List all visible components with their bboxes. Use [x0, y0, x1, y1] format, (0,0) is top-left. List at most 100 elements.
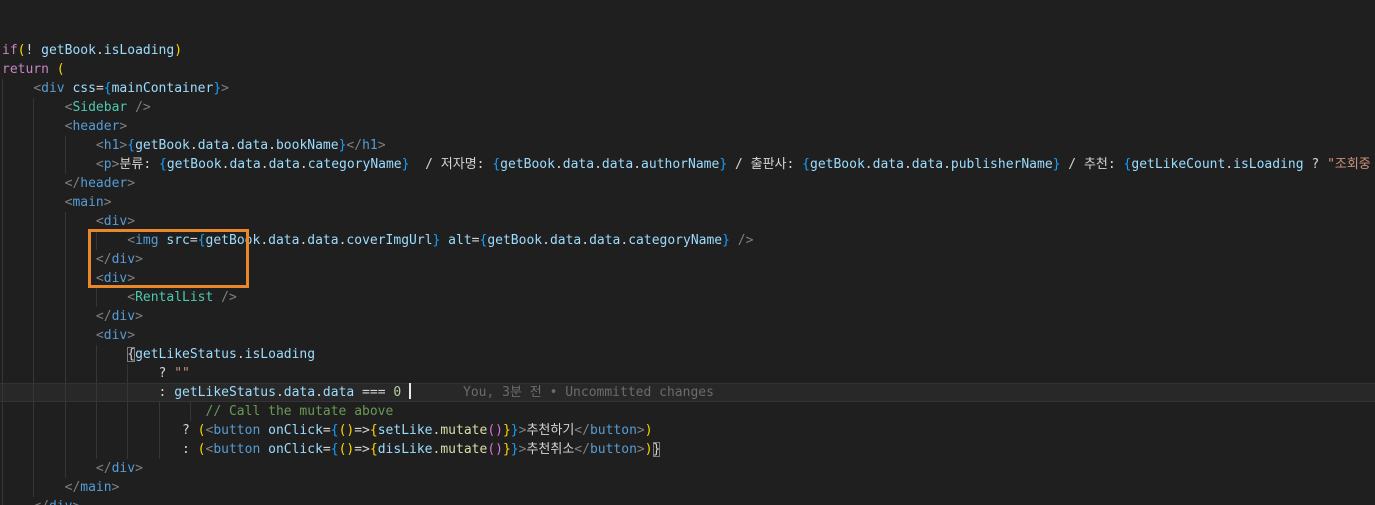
code-token: }	[722, 233, 730, 248]
code-line[interactable]: </header>	[0, 174, 1375, 193]
indent-guide	[64, 269, 66, 288]
code-token: }	[510, 442, 519, 457]
code-token: (	[56, 62, 65, 77]
code-token: .	[554, 157, 563, 172]
code-token: {	[330, 423, 339, 438]
indent-guide	[64, 459, 66, 478]
code-token: >	[103, 195, 112, 210]
indent-guide	[33, 288, 35, 307]
indent-guide	[95, 231, 97, 250]
code-token: ()	[338, 442, 355, 457]
code-line[interactable]: : (<button onClick={()=>{disLike.mutate(…	[0, 440, 1375, 459]
code-token: div	[103, 271, 128, 286]
code-line[interactable]: ? ""	[0, 364, 1375, 383]
code-token: />	[135, 100, 151, 115]
indent-guide	[33, 231, 35, 250]
code-token: disLike	[377, 442, 433, 457]
code-token: .	[1225, 157, 1234, 172]
code-token: div	[111, 252, 136, 267]
indent-guide	[33, 250, 35, 269]
indent-guide	[64, 288, 66, 307]
code-line[interactable]: : getLikeStatus.data.data === 0 You, 3분 …	[0, 383, 1375, 402]
code-token: RentalList	[135, 290, 214, 305]
code-line[interactable]: <p>분류: {getBook.data.data.categoryName} …	[0, 155, 1375, 174]
code-line[interactable]: </main>	[0, 478, 1375, 497]
code-token: button	[213, 423, 261, 438]
code-line[interactable]: <h1>{getBook.data.data.bookName}</h1>	[0, 136, 1375, 155]
code-token: h1	[362, 138, 378, 153]
code-line[interactable]: // Call the mutate above	[0, 402, 1375, 421]
code-line[interactable]: <div>	[0, 212, 1375, 231]
code-token: </	[574, 423, 590, 438]
code-line[interactable]: <div css={mainContainer}>	[0, 79, 1375, 98]
indent-guide	[64, 231, 66, 250]
code-token: </	[574, 442, 590, 457]
code-token: publisherName	[950, 157, 1053, 172]
indent-guide	[2, 117, 3, 136]
indent-guide	[2, 193, 3, 212]
code-line[interactable]: </div>	[0, 250, 1375, 269]
code-token: .	[260, 157, 269, 172]
indent-guide	[2, 478, 3, 497]
code-token: .	[189, 138, 198, 153]
code-token: src	[166, 233, 190, 248]
code-token: (	[197, 442, 206, 457]
indent-guide	[127, 440, 129, 459]
code-line[interactable]: </div>	[0, 497, 1375, 505]
code-token: alt	[448, 233, 472, 248]
indent-guide	[2, 459, 3, 478]
code-token: data	[322, 385, 355, 400]
code-token: data	[229, 157, 261, 172]
code-token: )	[174, 43, 183, 58]
code-token: {	[127, 347, 136, 362]
code-line[interactable]: </div>	[0, 307, 1375, 326]
code-line[interactable]: return (	[0, 60, 1375, 79]
code-token: p	[103, 157, 112, 172]
code-token: "조회중	[1327, 157, 1371, 172]
code-line[interactable]: <header>	[0, 117, 1375, 136]
indent-guide	[33, 345, 35, 364]
indent-guide	[33, 364, 35, 383]
code-line[interactable]: <div>	[0, 326, 1375, 345]
code-line[interactable]: <img src={getBook.data.data.coverImgUrl}…	[0, 231, 1375, 250]
indent-guide	[2, 231, 3, 250]
code-editor[interactable]: if(! getBook.isLoading) return ( <div css…	[0, 0, 1375, 505]
code-line[interactable]: <RentalList />	[0, 288, 1375, 307]
code-line[interactable]: <div>	[0, 269, 1375, 288]
code-token: .	[236, 347, 245, 362]
code-token: data	[268, 157, 300, 172]
code-token: }	[213, 81, 222, 96]
code-line[interactable]: ? (<button onClick={()=>{setLike.mutate(…	[0, 421, 1375, 440]
code-line[interactable]: <main>	[0, 193, 1375, 212]
code-token: >	[127, 271, 136, 286]
indent-guide	[95, 288, 97, 307]
code-token: data	[268, 233, 300, 248]
indent-guide	[2, 155, 3, 174]
indent-guide	[64, 402, 66, 421]
indent-guide	[64, 250, 66, 269]
code-token: </	[64, 480, 81, 495]
code-line[interactable]: </div>	[0, 459, 1375, 478]
indent-guide	[64, 155, 66, 174]
code-token: getLikeStatus	[174, 385, 276, 400]
indent-guide	[95, 402, 97, 421]
code-token: 추천취소	[526, 442, 575, 457]
text-cursor	[409, 383, 412, 399]
code-token: >	[135, 461, 143, 476]
indent-guide	[2, 326, 3, 345]
code-token: )	[644, 442, 653, 457]
code-token: div	[111, 309, 136, 324]
indent-guide	[2, 402, 3, 421]
code-line[interactable]: if(! getBook.isLoading)	[0, 41, 1375, 60]
git-blame-annotation: You, 3분 전 • Uncommitted changes	[463, 385, 714, 400]
indent-guide	[2, 174, 3, 193]
code-token: :	[158, 385, 175, 400]
code-token: <	[33, 81, 42, 96]
code-line[interactable]: {getLikeStatus.isLoading	[0, 345, 1375, 364]
code-line[interactable]: <Sidebar />	[0, 98, 1375, 117]
code-token: button	[589, 423, 637, 438]
